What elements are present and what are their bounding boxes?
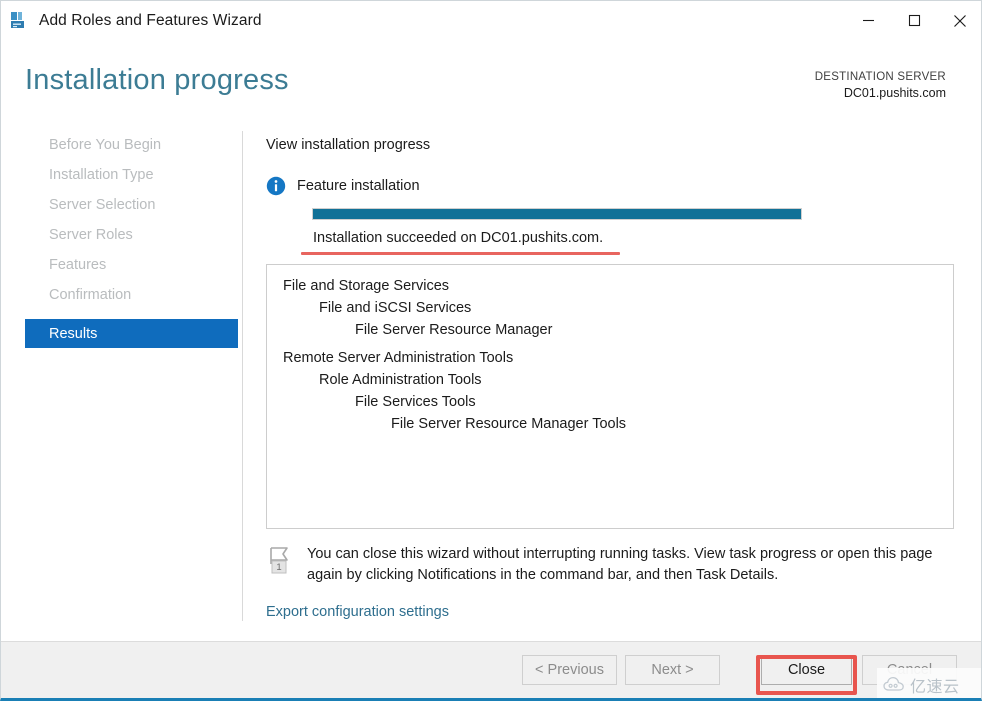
destination-server-block: DESTINATION SERVER DC01.pushits.com bbox=[815, 69, 946, 101]
list-item: File and iSCSI Services bbox=[319, 300, 472, 316]
export-configuration-settings-link[interactable]: Export configuration settings bbox=[266, 604, 449, 620]
server-roles-icon bbox=[11, 11, 24, 28]
close-button[interactable]: Close bbox=[761, 655, 852, 685]
sidebar-item-results[interactable]: Results bbox=[25, 319, 238, 348]
list-item: File Server Resource Manager bbox=[355, 322, 553, 338]
sidebar-item-server-roles[interactable]: Server Roles bbox=[25, 220, 238, 249]
sidebar-item-server-selection[interactable]: Server Selection bbox=[25, 190, 238, 219]
installation-progress-bar bbox=[312, 208, 802, 220]
installation-status-text: Installation succeeded on DC01.pushits.c… bbox=[313, 230, 604, 246]
sidebar-item-features[interactable]: Features bbox=[25, 250, 238, 279]
sidebar-item-confirmation[interactable]: Confirmation bbox=[25, 280, 238, 309]
installed-features-list[interactable]: File and Storage Services File and iSCSI… bbox=[266, 264, 954, 529]
close-window-button[interactable] bbox=[937, 1, 981, 40]
feature-installation-row: Feature installation bbox=[266, 176, 420, 196]
title-bar: Add Roles and Features Wizard bbox=[1, 1, 981, 40]
window-title: Add Roles and Features Wizard bbox=[39, 11, 262, 29]
installation-progress-fill bbox=[313, 209, 801, 219]
sidebar-item-installation-type[interactable]: Installation Type bbox=[25, 160, 238, 189]
minimize-button[interactable] bbox=[845, 1, 891, 40]
feature-installation-label: Feature installation bbox=[297, 178, 420, 194]
page-title: Installation progress bbox=[25, 64, 289, 96]
list-item: Role Administration Tools bbox=[319, 372, 482, 388]
destination-server-label: DESTINATION SERVER bbox=[814, 71, 946, 83]
close-wizard-note: 1 You can close this wizard without inte… bbox=[267, 544, 957, 586]
notification-flag-icon: 1 bbox=[270, 547, 288, 574]
page-header: Installation progress DESTINATION SERVER… bbox=[1, 40, 981, 126]
close-wizard-note-text: You can close this wizard without interr… bbox=[307, 546, 933, 583]
next-button[interactable]: Next > bbox=[625, 655, 720, 685]
window-controls bbox=[845, 1, 981, 40]
wizard-content: View installation progress Feature insta… bbox=[243, 126, 981, 639]
sidebar-item-before-you-begin[interactable]: Before You Begin bbox=[25, 130, 238, 159]
maximize-button[interactable] bbox=[891, 1, 937, 40]
maximize-icon bbox=[908, 14, 920, 27]
list-item: File Services Tools bbox=[355, 394, 476, 410]
list-item: File and Storage Services bbox=[283, 278, 450, 294]
notification-badge-count: 1 bbox=[276, 562, 281, 573]
wizard-nav-sidebar: Before You Begin Installation Type Serve… bbox=[1, 126, 241, 639]
close-icon bbox=[954, 14, 966, 27]
list-item: Remote Server Administration Tools bbox=[283, 350, 514, 366]
add-roles-wizard-window: Add Roles and Features Wizard Installati… bbox=[0, 0, 982, 701]
content-heading: View installation progress bbox=[266, 137, 431, 153]
annotation-underline-status bbox=[301, 252, 620, 255]
list-item: File Server Resource Manager Tools bbox=[391, 416, 627, 432]
wizard-footer: < Previous Next > Close Cancel bbox=[1, 641, 981, 698]
wizard-body: Before You Begin Installation Type Serve… bbox=[1, 126, 981, 639]
minimize-icon bbox=[862, 19, 874, 22]
cancel-button[interactable]: Cancel bbox=[862, 655, 957, 685]
info-circle-icon bbox=[266, 176, 286, 196]
destination-server-name: DC01.pushits.com bbox=[843, 86, 946, 100]
previous-button[interactable]: < Previous bbox=[522, 655, 617, 685]
